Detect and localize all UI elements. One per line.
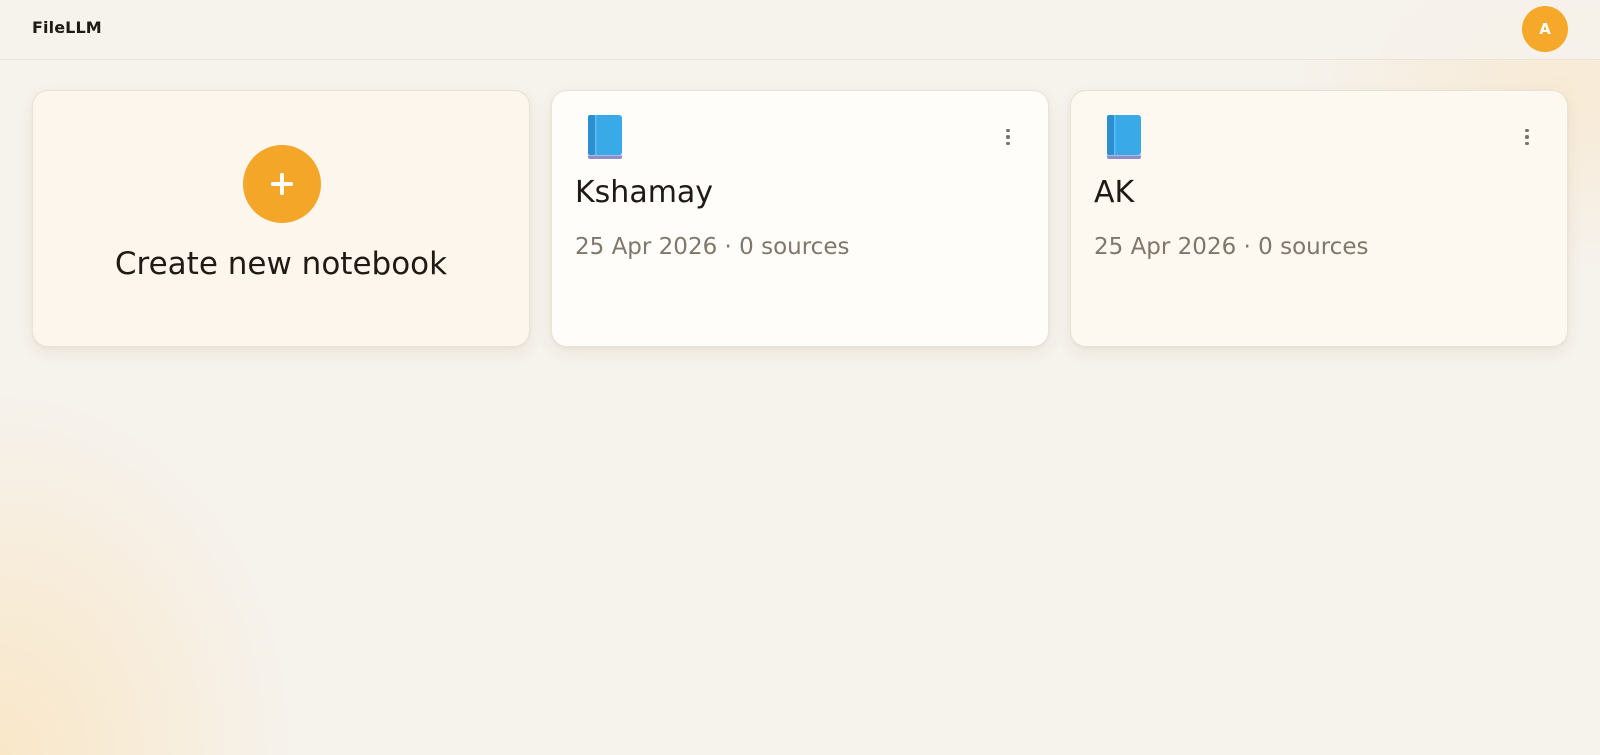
notebook-title: AK (1094, 175, 1135, 210)
more-vert-icon (1006, 141, 1010, 146)
plus-icon (271, 173, 293, 195)
notebook-card[interactable]: AK 25 Apr 2026 · 0 sources (1070, 90, 1568, 347)
create-notebook-label: Create new notebook (114, 246, 448, 282)
notebook-title: Kshamay (575, 175, 714, 210)
more-vert-icon (1525, 135, 1529, 139)
brand-logo[interactable]: FileLLM (32, 18, 102, 37)
notebook-menu-button[interactable] (1517, 125, 1537, 149)
more-vert-icon (1525, 141, 1529, 146)
book-icon (588, 115, 622, 159)
top-bar: FileLLM A (0, 0, 1600, 60)
user-avatar[interactable]: A (1522, 6, 1568, 52)
notebook-menu-button[interactable] (998, 125, 1018, 149)
notebook-meta: 25 Apr 2026 · 0 sources (1094, 234, 1369, 260)
create-notebook-button[interactable] (243, 145, 321, 223)
more-vert-icon (1525, 128, 1529, 133)
book-icon (1107, 115, 1141, 159)
more-vert-icon (1006, 135, 1010, 139)
more-vert-icon (1006, 128, 1010, 133)
create-notebook-card[interactable]: Create new notebook (32, 90, 530, 347)
notebook-meta: 25 Apr 2026 · 0 sources (575, 234, 850, 260)
notebook-card[interactable]: Kshamay 25 Apr 2026 · 0 sources (551, 90, 1049, 347)
avatar-initial: A (1539, 20, 1551, 38)
